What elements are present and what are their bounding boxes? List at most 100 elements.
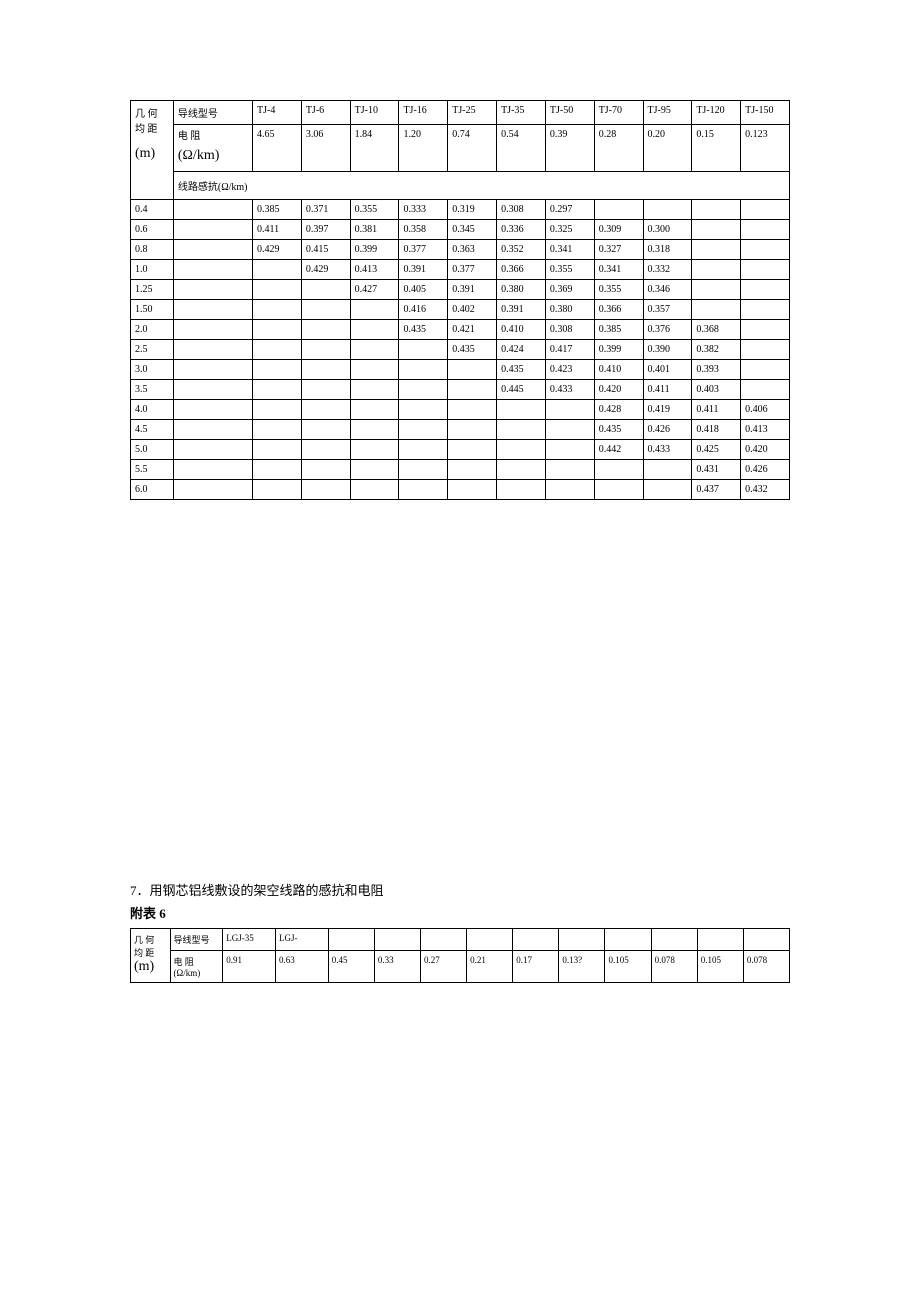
reactance-value: 0.300 [643, 220, 692, 240]
unit: (Ω/km) [174, 968, 201, 978]
reactance-value [253, 320, 302, 340]
reactance-value [399, 380, 448, 400]
reactance-value: 0.369 [545, 280, 594, 300]
reactance-value [692, 280, 741, 300]
table-tj-wires: 几 何 均 距 (m) 导线型号 TJ-4 TJ-6 TJ-10 TJ-16 T… [130, 100, 790, 500]
reactance-value: 0.406 [741, 400, 790, 420]
reactance-value [497, 440, 546, 460]
reactance-value [448, 380, 497, 400]
reactance-value [741, 260, 790, 280]
empty-cell [173, 240, 252, 260]
geom-dist-value: 1.25 [131, 280, 174, 300]
model: TJ-6 [301, 101, 350, 125]
geom-dist-value: 2.0 [131, 320, 174, 340]
reactance-value: 0.415 [301, 240, 350, 260]
reactance-value [301, 380, 350, 400]
reactance-value [350, 460, 399, 480]
reactance-value [253, 280, 302, 300]
reactance-value: 0.380 [545, 300, 594, 320]
reactance-value [545, 480, 594, 500]
resist-value: 0.27 [420, 951, 466, 983]
reactance-value: 0.385 [253, 200, 302, 220]
reactance-value: 0.399 [350, 240, 399, 260]
reactance-value [741, 380, 790, 400]
reactance-value: 0.425 [692, 440, 741, 460]
reactance-value [741, 320, 790, 340]
geom-dist-value: 4.5 [131, 420, 174, 440]
reactance-value: 0.308 [545, 320, 594, 340]
table-row: 2.00.4350.4210.4100.3080.3850.3760.368 [131, 320, 790, 340]
reactance-value: 0.423 [545, 360, 594, 380]
reactance-value [692, 300, 741, 320]
reactance-value [301, 480, 350, 500]
reactance-value: 0.357 [643, 300, 692, 320]
model [374, 929, 420, 951]
empty-cell [173, 360, 252, 380]
reactance-value: 0.381 [350, 220, 399, 240]
resist-header: 电 阻 (Ω/km) [173, 125, 252, 172]
reactance-value [253, 440, 302, 460]
table-row: 2.50.4350.4240.4170.3990.3900.382 [131, 340, 790, 360]
reactance-value [399, 340, 448, 360]
reactance-value [741, 280, 790, 300]
reactance-value: 0.429 [253, 240, 302, 260]
reactance-value: 0.419 [643, 400, 692, 420]
reactance-value: 0.411 [253, 220, 302, 240]
reactance-value: 0.355 [350, 200, 399, 220]
resist-value: 0.20 [643, 125, 692, 172]
reactance-value: 0.297 [545, 200, 594, 220]
model: TJ-25 [448, 101, 497, 125]
reactance-value [301, 320, 350, 340]
geom-dist-header: 几 何 均 距 (m) [131, 929, 171, 983]
reactance-value: 0.341 [594, 260, 643, 280]
reactance-value: 0.390 [643, 340, 692, 360]
reactance-value: 0.427 [350, 280, 399, 300]
reactance-value [448, 400, 497, 420]
reactance-value [643, 480, 692, 500]
model [420, 929, 466, 951]
geom-dist-value: 0.8 [131, 240, 174, 260]
reactance-value: 0.445 [497, 380, 546, 400]
reactance-value: 0.391 [399, 260, 448, 280]
reactance-value [253, 300, 302, 320]
reactance-value: 0.358 [399, 220, 448, 240]
table-lgj-wires: 几 何 均 距 (m) 导线型号 LGJ-35 LGJ- 电 阻 (Ω/km) … [130, 928, 790, 983]
resist-value: 0.54 [497, 125, 546, 172]
resist-header: 电 阻 (Ω/km) [170, 951, 223, 983]
resist-value: 0.105 [605, 951, 651, 983]
reactance-value: 0.420 [594, 380, 643, 400]
reactance-value: 0.336 [497, 220, 546, 240]
model [651, 929, 697, 951]
reactance-value [301, 360, 350, 380]
reactance-value [301, 340, 350, 360]
unit: (Ω/km) [178, 148, 220, 163]
model [559, 929, 605, 951]
reactance-value [253, 260, 302, 280]
unit: (m) [134, 959, 154, 974]
reactance-value: 0.308 [497, 200, 546, 220]
empty-cell [173, 440, 252, 460]
reactance-value: 0.397 [301, 220, 350, 240]
reactance-value: 0.410 [594, 360, 643, 380]
label: 几 何 [134, 935, 154, 945]
reactance-value: 0.355 [594, 280, 643, 300]
model: TJ-16 [399, 101, 448, 125]
reactance-value: 0.371 [301, 200, 350, 220]
reactance-value: 0.417 [545, 340, 594, 360]
reactance-value [741, 240, 790, 260]
reactance-value [301, 460, 350, 480]
reactance-value [301, 280, 350, 300]
reactance-value: 0.431 [692, 460, 741, 480]
reactance-value [643, 460, 692, 480]
geom-dist-value: 3.0 [131, 360, 174, 380]
reactance-value: 0.429 [301, 260, 350, 280]
model [513, 929, 559, 951]
empty-cell [173, 280, 252, 300]
empty-cell [173, 320, 252, 340]
empty-cell [173, 400, 252, 420]
reactance-value [253, 460, 302, 480]
empty-cell [173, 220, 252, 240]
table-row: 3.00.4350.4230.4100.4010.393 [131, 360, 790, 380]
reactance-value [741, 340, 790, 360]
appendix-6-label: 附表 6 [130, 903, 790, 922]
